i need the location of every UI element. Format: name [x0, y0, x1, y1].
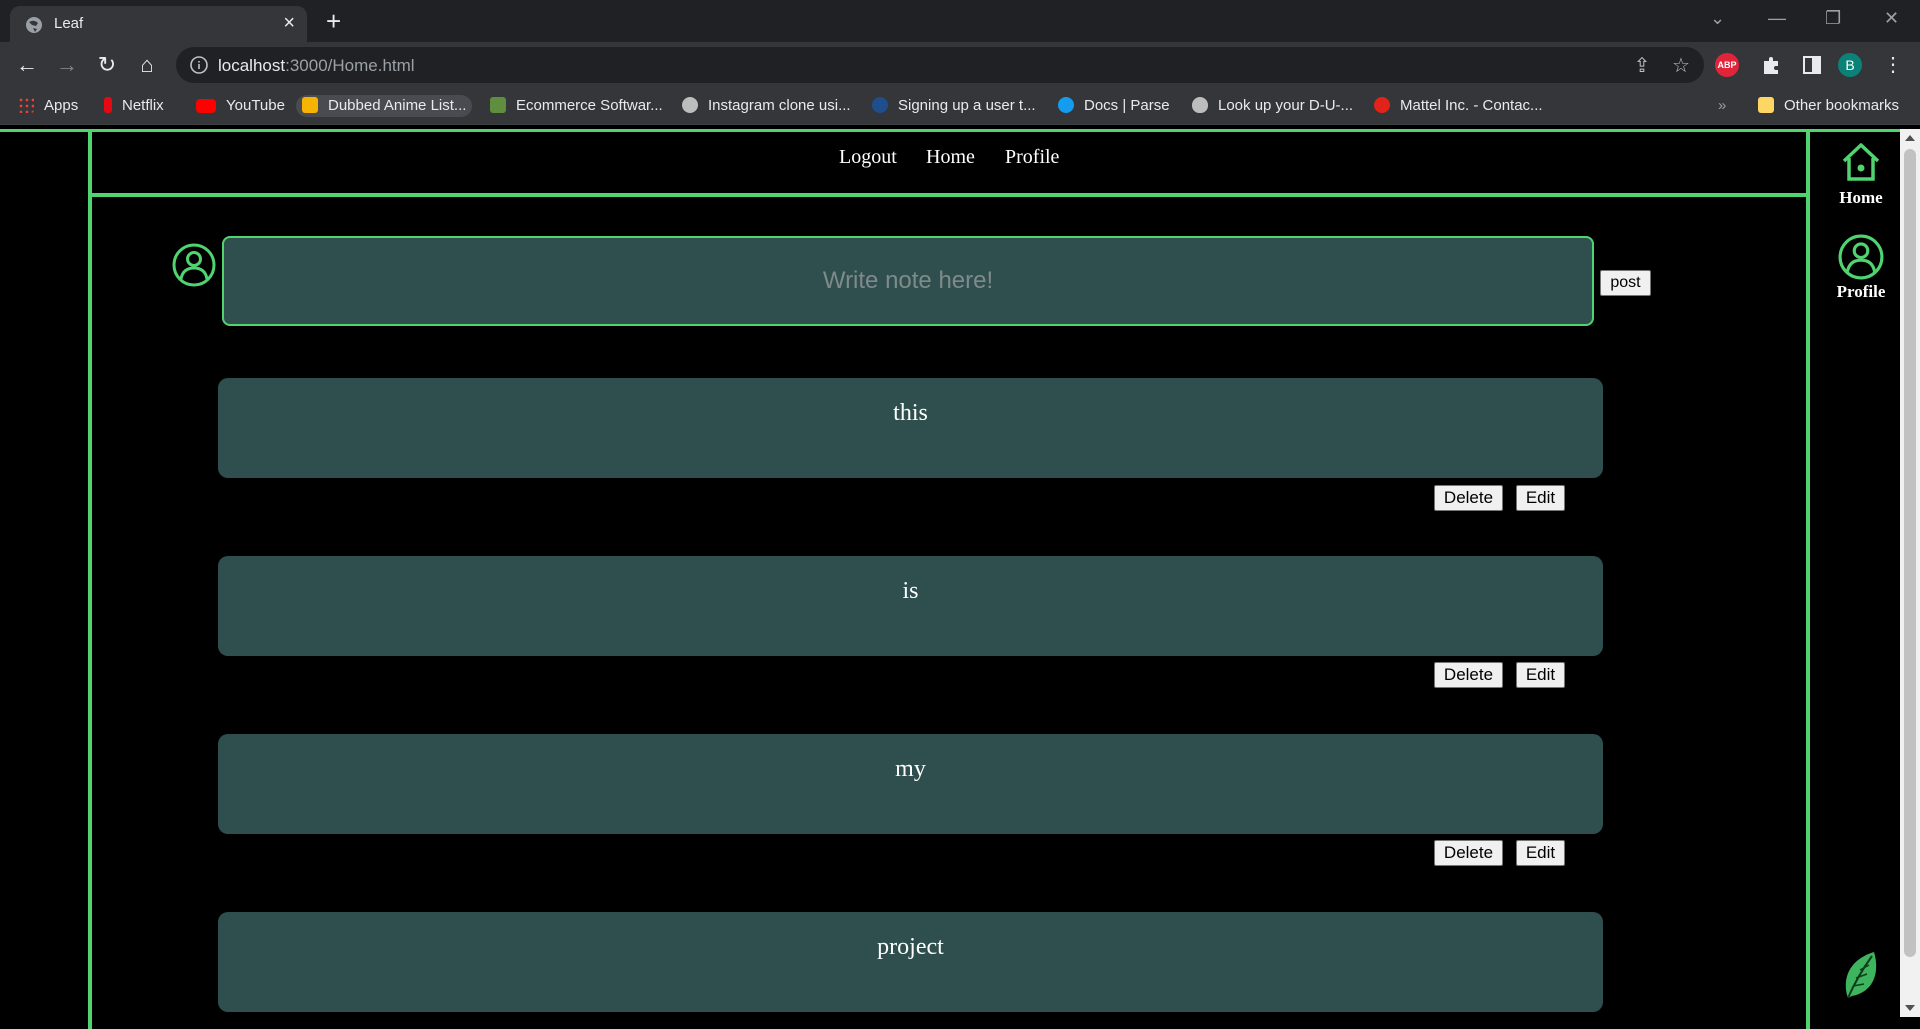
- note-input[interactable]: [222, 236, 1594, 326]
- bookmark-instagram-clone[interactable]: Instagram clone usi...: [682, 95, 851, 117]
- minimize-icon[interactable]: —: [1768, 8, 1786, 29]
- browser-tab-bar: Leaf × + ⌄ — ❐ ✕: [0, 0, 1920, 42]
- delete-button[interactable]: Delete: [1434, 662, 1503, 688]
- globe-icon: [26, 17, 42, 33]
- signing-up-icon: [872, 97, 888, 113]
- side-panel-icon[interactable]: [1800, 53, 1824, 77]
- new-tab-icon[interactable]: +: [326, 6, 341, 36]
- forward-icon[interactable]: →: [52, 50, 82, 80]
- close-window-icon[interactable]: ✕: [1884, 8, 1899, 29]
- instagram-clone-icon: [682, 97, 698, 113]
- url-text: localhost:3000/Home.html: [218, 56, 415, 75]
- note-card: is: [218, 556, 1603, 656]
- mattel-icon: [1374, 97, 1390, 113]
- bookmark-star-icon[interactable]: ☆: [1670, 55, 1692, 77]
- leaf-logo-icon: [1845, 952, 1877, 999]
- nav-home-link[interactable]: Home: [926, 142, 975, 172]
- scroll-down-icon[interactable]: [1905, 1005, 1915, 1011]
- bookmark-docs-parse[interactable]: Docs | Parse: [1058, 95, 1170, 117]
- back-icon[interactable]: ←: [12, 50, 42, 80]
- parse-icon: [1058, 97, 1074, 113]
- scroll-up-icon[interactable]: [1905, 135, 1915, 141]
- bookmark-youtube[interactable]: YouTube: [196, 95, 285, 117]
- delete-button[interactable]: Delete: [1434, 840, 1503, 866]
- share-icon[interactable]: ⇪: [1631, 55, 1653, 77]
- delete-button[interactable]: Delete: [1434, 485, 1503, 511]
- shopify-icon: [490, 97, 506, 113]
- profile-icon: [1838, 234, 1884, 280]
- page-scrollbar[interactable]: [1900, 129, 1920, 1017]
- note-card: project: [218, 912, 1603, 1012]
- bookmarks-bar: Apps Netflix YouTube Dubbed Anime List..…: [0, 88, 1920, 125]
- bookmark-netflix[interactable]: Netflix: [104, 95, 164, 117]
- user-avatar-icon: [172, 243, 216, 287]
- sidebar-profile-label: Profile: [1836, 282, 1886, 301]
- site-info-icon[interactable]: [188, 54, 210, 76]
- nav-logout-link[interactable]: Logout: [839, 142, 897, 172]
- restore-icon[interactable]: ❐: [1825, 8, 1841, 29]
- note-text: my: [895, 756, 926, 782]
- top-navigation: Logout Home Profile: [92, 132, 1806, 197]
- nav-profile-link[interactable]: Profile: [1005, 142, 1059, 172]
- extensions-puzzle-icon[interactable]: [1760, 53, 1784, 77]
- edit-button[interactable]: Edit: [1516, 485, 1565, 511]
- tab-search-icon[interactable]: ⌄: [1710, 8, 1725, 29]
- edit-button[interactable]: Edit: [1516, 840, 1565, 866]
- bookmark-duns[interactable]: Look up your D-U-...: [1192, 95, 1353, 117]
- bookmarks-overflow-icon[interactable]: »: [1718, 95, 1726, 117]
- note-text: is: [902, 578, 919, 604]
- bookmark-signing-up[interactable]: Signing up a user t...: [872, 95, 1036, 117]
- reload-icon[interactable]: ↻: [92, 50, 122, 80]
- apps-grid-icon: [18, 97, 34, 113]
- browser-tab[interactable]: Leaf ×: [10, 6, 307, 42]
- bookmark-ecommerce[interactable]: Ecommerce Softwar...: [490, 95, 663, 117]
- note-text: this: [893, 400, 928, 426]
- anime-list-icon: [302, 97, 318, 113]
- note-text: project: [877, 934, 944, 960]
- scroll-thumb[interactable]: [1904, 149, 1916, 957]
- netflix-icon: [104, 97, 112, 113]
- sidebar-home-label: Home: [1839, 188, 1883, 207]
- address-bar[interactable]: localhost:3000/Home.html ⇪ ☆: [176, 47, 1704, 83]
- post-button[interactable]: post: [1600, 270, 1651, 296]
- folder-icon: [1758, 97, 1774, 113]
- note-card: this: [218, 378, 1603, 478]
- bookmark-apps[interactable]: Apps: [18, 95, 78, 117]
- house-icon: [1842, 143, 1880, 181]
- edit-button[interactable]: Edit: [1516, 662, 1565, 688]
- sidebar-profile[interactable]: Profile: [1818, 234, 1904, 302]
- other-bookmarks[interactable]: Other bookmarks: [1758, 95, 1899, 117]
- adblock-extension-icon[interactable]: ABP: [1715, 53, 1739, 77]
- menu-kebab-icon[interactable]: ⋮: [1878, 50, 1908, 80]
- profile-avatar[interactable]: B: [1838, 53, 1862, 77]
- browser-toolbar: ← → ↻ ⌂ localhost:3000/Home.html ⇪ ☆ ABP…: [0, 42, 1920, 88]
- tab-title: Leaf: [54, 15, 84, 32]
- apple-icon: [1192, 97, 1208, 113]
- bookmark-mattel[interactable]: Mattel Inc. - Contac...: [1374, 95, 1543, 117]
- bookmark-dubbed-anime[interactable]: Dubbed Anime List...: [296, 95, 473, 117]
- tab-close-icon[interactable]: ×: [283, 12, 295, 35]
- youtube-icon: [196, 99, 216, 113]
- sidebar-home[interactable]: Home: [1818, 140, 1904, 208]
- home-browser-icon[interactable]: ⌂: [132, 50, 162, 80]
- note-card: my: [218, 734, 1603, 834]
